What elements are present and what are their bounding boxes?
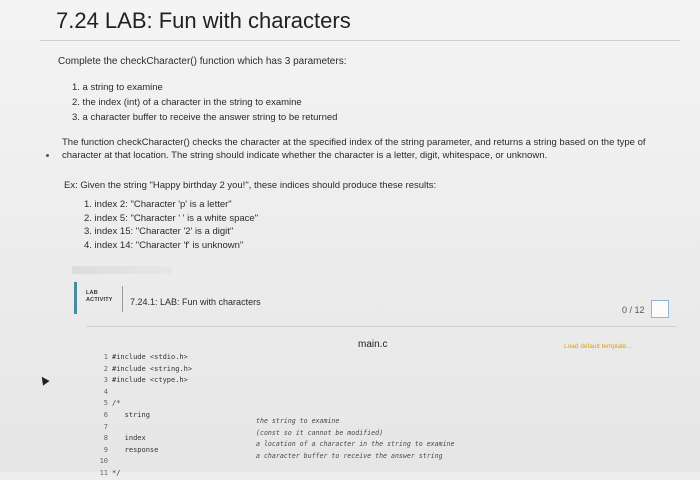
line-number: 9 — [103, 445, 108, 454]
code-text: #include <ctype.h> — [112, 376, 188, 385]
code-line: 5 /* — [96, 398, 192, 410]
code-line: 11 */ — [96, 468, 192, 480]
description-line: The function checkCharacter() checks the… — [62, 137, 646, 148]
activity-separator — [122, 286, 123, 312]
code-text: */ — [112, 468, 121, 477]
code-comment-line: a character buffer to receive the answer… — [256, 451, 443, 460]
score-text: 0 / 12 — [622, 305, 645, 315]
line-number: 3 — [103, 376, 108, 385]
code-text: response — [112, 445, 159, 454]
code-text: index — [112, 434, 146, 443]
code-line: 1 #include <stdio.h> — [96, 352, 192, 364]
line-number: 4 — [103, 387, 108, 396]
title-divider — [40, 40, 680, 41]
activity-tag: LAB ACTIVITY — [86, 290, 113, 304]
completion-checkbox — [651, 300, 669, 318]
code-text: /* — [112, 399, 121, 408]
code-text: #include <string.h> — [112, 364, 193, 373]
code-comment-line: a location of a character in the string … — [256, 440, 455, 448]
list-item: 1. a string to examine — [72, 82, 163, 93]
bullet-dot — [46, 154, 49, 157]
line-number: 1 — [103, 353, 108, 361]
activity-tag-line: LAB — [86, 290, 98, 296]
list-item: 2. the index (int) of a character in the… — [72, 97, 302, 108]
line-number: 8 — [103, 434, 108, 443]
activity-title: 7.24.1: LAB: Fun with characters — [130, 297, 261, 307]
code-text: #include <stdio.h> — [112, 353, 188, 361]
faded-label — [72, 266, 172, 274]
list-item: 1. index 2: "Character 'p' is a letter" — [84, 199, 232, 210]
activity-tag-line: ACTIVITY — [86, 297, 113, 303]
code-text: string — [112, 410, 150, 419]
code-comment-line: the string to examine — [256, 417, 340, 425]
code-line: 4 — [96, 387, 192, 399]
lab-page: 7.24 LAB: Fun with characters Complete t… — [0, 0, 700, 477]
line-number: 7 — [103, 422, 108, 431]
description-paragraph: The function checkCharacter() checks the… — [62, 136, 692, 162]
mouse-cursor-icon — [38, 374, 50, 386]
activity-divider — [86, 326, 676, 327]
code-line: 8 index — [96, 433, 192, 445]
line-number: 2 — [103, 364, 108, 373]
list-item: 4. index 14: "Character 'f' is unknown" — [84, 239, 244, 251]
example-list: 1. index 2: "Character 'p' is a letter" … — [84, 198, 258, 252]
load-template-link[interactable]: Load default template... — [564, 343, 632, 350]
line-number: 6 — [103, 410, 108, 419]
code-line: 9 response — [96, 445, 192, 457]
list-item: 3. index 15: "Character '2' is a digit" — [84, 226, 234, 237]
code-lines: 1 #include <stdio.h> 2 #include <string.h>… — [96, 352, 193, 480]
code-comment-line: (const so it cannot be modified) — [256, 428, 384, 437]
list-item: 3. a character buffer to receive the ans… — [72, 112, 338, 123]
list-item: 2. index 5: "Character ' ' is a white sp… — [84, 212, 259, 224]
description-line: character at that location. The string s… — [62, 150, 548, 161]
file-name: main.c — [358, 339, 388, 350]
line-number: 11 — [99, 468, 108, 477]
code-line: 10 — [96, 456, 192, 468]
code-line: 6 string — [96, 410, 192, 422]
parameter-list: 1. a string to examine 2. the index (int… — [72, 80, 337, 125]
instructions-intro: Complete the checkCharacter() function w… — [58, 56, 347, 67]
code-line: 7 — [96, 422, 192, 434]
code-comment-column: the string to examine (const so it canno… — [256, 416, 455, 462]
activity-accent-bar — [74, 282, 77, 314]
line-number: 5 — [103, 399, 108, 408]
example-intro: Ex: Given the string "Happy birthday 2 y… — [64, 180, 437, 191]
page-title: 7.24 LAB: Fun with characters — [56, 8, 351, 33]
code-line: 3 #include <ctype.h> — [96, 375, 192, 387]
code-line: 2 #include <string.h> — [96, 364, 192, 376]
line-number: 10 — [99, 457, 108, 466]
